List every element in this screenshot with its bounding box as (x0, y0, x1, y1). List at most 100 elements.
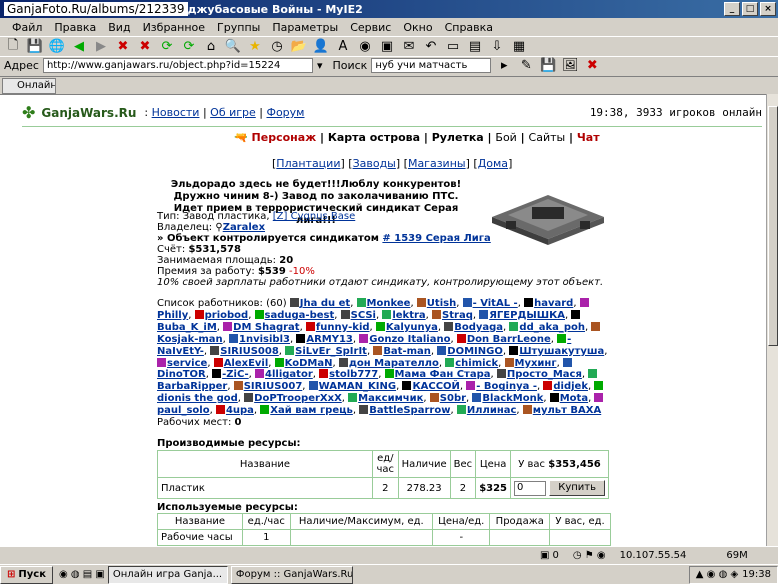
media-icon[interactable]: ◉ (356, 38, 374, 56)
worker-link[interactable]: ЯГЕРДЫШКА (489, 310, 565, 321)
worker-link[interactable]: Utish (427, 298, 456, 309)
history-icon[interactable]: ◷ (268, 38, 286, 56)
nav-roulette[interactable]: Рулетка (432, 131, 484, 144)
worker-link[interactable]: DM Shagrat (233, 322, 299, 333)
menu-file[interactable]: Файл (6, 21, 48, 34)
worker-link[interactable]: DinoTOR (157, 369, 206, 380)
layout-icon[interactable]: ▤ (466, 38, 484, 56)
worker-link[interactable]: Philly (157, 310, 188, 321)
user-icon[interactable]: 👤 (312, 38, 330, 56)
scroll-thumb[interactable] (768, 106, 778, 346)
back-icon[interactable]: ◀ (70, 38, 88, 56)
task-game[interactable]: Онлайн игра Ganja... (107, 565, 228, 584)
worker-link[interactable]: DoPTrooperXxX (254, 393, 342, 404)
worker-link[interactable]: SiLvEr_SpIrIt (295, 346, 367, 357)
worker-link[interactable]: Gonzo Italiano (369, 334, 450, 345)
globe-icon[interactable]: 🌐 (48, 38, 66, 56)
link-houses[interactable]: Дома (478, 157, 508, 170)
refresh-all-icon[interactable]: ⟳ (180, 38, 198, 56)
window-icon[interactable]: ▭ (444, 38, 462, 56)
menu-options[interactable]: Параметры (266, 21, 344, 34)
worker-link[interactable]: havard (534, 298, 573, 309)
worker-link[interactable]: BattleSparrow (369, 405, 450, 416)
worker-link[interactable]: stolb777 (329, 369, 378, 380)
worker-link[interactable]: Иллинас (467, 405, 517, 416)
tab-online[interactable]: Онлайн и... (2, 78, 56, 94)
worker-link[interactable]: Bodyaga (454, 322, 503, 333)
worker-link[interactable]: SCSi (351, 310, 376, 321)
worker-link[interactable]: WAMAN_KING (319, 381, 396, 392)
worker-link[interactable]: service (167, 358, 207, 369)
worker-link[interactable]: Buba_K_iM (157, 322, 217, 333)
worker-link[interactable]: -ZiC- (222, 369, 249, 380)
worker-link[interactable]: S0br (440, 393, 466, 404)
worker-link[interactable]: - VitAL - (473, 298, 518, 309)
worker-link[interactable]: dionis the god (157, 393, 238, 404)
close-button[interactable]: × (760, 2, 776, 16)
menu-window[interactable]: Окно (397, 21, 438, 34)
menu-tools[interactable]: Сервис (344, 21, 397, 34)
worker-link[interactable]: Мама Фан Стара (395, 369, 491, 380)
worker-link[interactable]: DOMINGO (447, 346, 503, 357)
search-go-icon[interactable]: ▸ (495, 57, 513, 75)
worker-link[interactable]: дон Марателло (349, 358, 439, 369)
mail-icon[interactable]: ✉ (400, 38, 418, 56)
worker-link[interactable]: Максимчик (358, 393, 423, 404)
worker-link[interactable]: paul_solo (157, 405, 210, 416)
worker-link[interactable]: КАССОЙ (412, 381, 459, 392)
worker-link[interactable]: Monkee (367, 298, 411, 309)
task-forum[interactable]: Форум :: GanjaWars.Ru :... (230, 565, 353, 584)
menu-groups[interactable]: Группы (211, 21, 266, 34)
worker-link[interactable]: priobod (205, 310, 249, 321)
proxy-icon[interactable]: ▣ (378, 38, 396, 56)
images-icon[interactable]: 🖼 (561, 57, 579, 75)
worker-link[interactable]: SIRIUS008 (220, 346, 279, 357)
link-about[interactable]: Об игре (210, 106, 256, 119)
save-icon[interactable]: 💾 (26, 38, 44, 56)
link-plantations[interactable]: Плантации (276, 157, 340, 170)
worker-link[interactable]: KoDMaN (285, 358, 333, 369)
new-icon[interactable]: 🗋 (4, 38, 22, 56)
worker-link[interactable]: 4upa (226, 405, 254, 416)
highlight-icon[interactable]: ✎ (517, 57, 535, 75)
worker-link[interactable]: 1nvisibl3 (239, 334, 290, 345)
vertical-scrollbar[interactable] (766, 94, 778, 546)
worker-link[interactable]: chimick (455, 358, 498, 369)
font-icon[interactable]: A (334, 38, 352, 56)
worker-link[interactable]: Straq (442, 310, 473, 321)
worker-link[interactable]: SIRIUS007 (244, 381, 303, 392)
buy-button[interactable]: Купить (549, 480, 605, 496)
menu-help[interactable]: Справка (439, 21, 499, 34)
worker-link[interactable]: Mota (560, 393, 588, 404)
owner-link[interactable]: Zaralex (223, 222, 265, 233)
worker-link[interactable]: Don BarrLeone (467, 334, 551, 345)
link-shops[interactable]: Магазины (408, 157, 466, 170)
worker-link[interactable]: funny-kid (316, 322, 370, 333)
address-input[interactable]: http://www.ganjawars.ru/object.php?id=15… (42, 58, 313, 73)
worker-link[interactable]: - Boginya - (476, 381, 537, 392)
menu-favorites[interactable]: Избранное (137, 21, 211, 34)
worker-link[interactable]: Штушакутуша (519, 346, 604, 357)
link-news[interactable]: Новости (152, 106, 200, 119)
favorites-icon[interactable]: ★ (246, 38, 264, 56)
start-button[interactable]: ⊞ Пуск (0, 565, 53, 584)
nav-map[interactable]: Карта острова (328, 131, 420, 144)
worker-link[interactable]: didjek (553, 381, 588, 392)
quicklaunch-icons[interactable]: ◉ ◍ ▤ ▣ (59, 569, 105, 580)
worker-link[interactable]: ARMY13 (306, 334, 353, 345)
download-icon[interactable]: ⇩ (488, 38, 506, 56)
folder-icon[interactable]: 📂 (290, 38, 308, 56)
worker-link[interactable]: AlexEvil (224, 358, 269, 369)
worker-link[interactable]: Jha du et (300, 298, 350, 309)
search-input[interactable]: нуб учи матчасть (371, 58, 492, 73)
close-all-icon[interactable]: ✖ (583, 57, 601, 75)
worker-link[interactable]: мульт ВАХА (533, 405, 601, 416)
stop-icon[interactable]: ✖ (114, 38, 132, 56)
nav-sites[interactable]: Сайты (529, 131, 566, 144)
link-factories[interactable]: Заводы (353, 157, 396, 170)
refresh-icon[interactable]: ⟳ (158, 38, 176, 56)
location-link[interactable]: [Z] Cygnus Base (273, 211, 356, 222)
minimize-button[interactable]: _ (724, 2, 740, 16)
undo-icon[interactable]: ↶ (422, 38, 440, 56)
nav-chat[interactable]: Чат (577, 131, 600, 144)
